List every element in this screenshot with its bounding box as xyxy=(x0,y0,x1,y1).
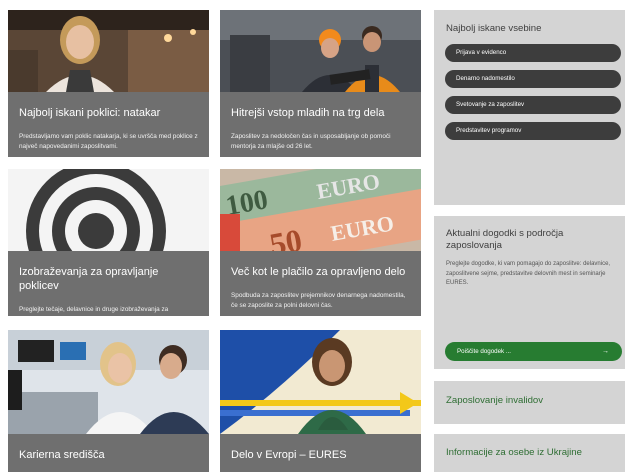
card-education[interactable]: Izobraževanja za opravljanje poklicev Pr… xyxy=(8,169,209,316)
card-title: Izobraževanja za opravljanje poklicev xyxy=(19,266,159,292)
find-event-button[interactable]: Poiščite dogodek ... → xyxy=(445,342,622,361)
card-waiter[interactable]: Najbolj iskani poklici: natakar Predstav… xyxy=(8,10,209,157)
svg-text:50: 50 xyxy=(267,222,305,251)
card-career-centers[interactable]: Karierna središča xyxy=(8,330,209,472)
card-panel: Karierna središča xyxy=(8,434,209,472)
card-title: Najbolj iskani poklici: natakar xyxy=(19,107,161,119)
card-text: Spodbuda za zaposlitev prejemnikov denar… xyxy=(231,292,406,309)
eures-woman-photo xyxy=(220,330,421,434)
card-title: Delo v Evropi – EURES xyxy=(231,449,347,461)
construction-workers-photo xyxy=(220,10,421,92)
card-panel: Več kot le plačilo za opravljeno delo Sp… xyxy=(220,251,421,316)
popular-link[interactable]: Svetovanje za zaposlitev xyxy=(445,96,621,114)
card-panel: Izobraževanja za opravljanje poklicev Pr… xyxy=(8,251,209,316)
events-text: Preglejte dogodke, ki vam pomagajo do za… xyxy=(446,261,611,286)
waitress-photo xyxy=(8,10,209,92)
popular-link[interactable]: Denarno nadomestilo xyxy=(445,70,621,88)
card-young-employment[interactable]: Hitrejši vstop mladih na trg dela Zaposl… xyxy=(220,10,421,157)
card-title: Več kot le plačilo za opravljeno delo xyxy=(231,266,406,278)
card-panel: Delo v Evropi – EURES xyxy=(220,434,421,472)
ukraine-info-link-box[interactable]: Informacije za osebe iz Ukrajine xyxy=(434,434,625,472)
popular-link[interactable]: Prijava v evidenco xyxy=(445,44,621,62)
disabled-employment-link-box[interactable]: Zaposlovanje invalidov xyxy=(434,381,625,424)
card-title: Hitrejši vstop mladih na trg dela xyxy=(231,107,385,119)
events-box: Aktualni dogodki s področja zaposlovanja… xyxy=(434,216,625,369)
euro-banknotes-photo: 100 EURO 50 EURO xyxy=(220,169,421,251)
find-event-label: Poiščite dogodek ... xyxy=(457,348,512,355)
popular-content-box: Najbolj iskane vsebine Prijava v evidenc… xyxy=(434,10,625,205)
arrow-right-icon: → xyxy=(602,348,609,355)
ukraine-info-link[interactable]: Informacije za osebe iz Ukrajine xyxy=(446,447,613,459)
card-text: Preglejte tečaje, delavnice in druge izo… xyxy=(19,306,169,313)
card-text: Predstavljamo vam poklic natakarja, ki s… xyxy=(19,133,198,150)
card-panel: Hitrejši vstop mladih na trg dela Zaposl… xyxy=(220,92,421,157)
popular-title: Najbolj iskane vsebine xyxy=(446,23,542,34)
target-graphic xyxy=(8,169,209,251)
popular-link[interactable]: Predstavitev programov xyxy=(445,122,621,140)
card-text: Zaposlitev za nedoločen čas in usposablj… xyxy=(231,133,391,150)
card-panel: Najbolj iskani poklici: natakar Predstav… xyxy=(8,92,209,157)
disabled-employment-link[interactable]: Zaposlovanje invalidov xyxy=(446,395,613,407)
card-eures[interactable]: Delo v Evropi – EURES xyxy=(220,330,421,472)
card-title: Karierna središča xyxy=(19,449,105,461)
office-colleagues-photo xyxy=(8,330,209,434)
card-payment[interactable]: 100 EURO 50 EURO Več kot le plačilo za o… xyxy=(220,169,421,316)
events-title: Aktualni dogodki s področja zaposlovanja xyxy=(446,228,564,251)
